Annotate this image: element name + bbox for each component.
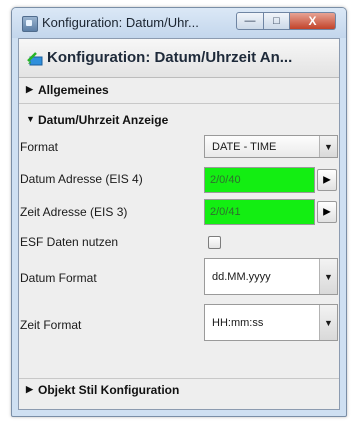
chevron-down-icon[interactable]: ▼ [319,259,337,294]
zeit-adresse-select-button[interactable]: ▶ [317,201,337,223]
zeit-format-select[interactable]: HH:mm:ss ▼ [204,304,338,341]
chevron-down-icon[interactable]: ▼ [319,136,337,157]
edit-config-icon [27,52,43,66]
datum-format-label: Datum Format [20,271,97,285]
chevron-down-icon[interactable]: ▼ [319,305,337,340]
zeit-adresse-value: 2/0/41 [210,206,241,218]
section-objekt-stil-label: Objekt Stil Konfiguration [38,383,180,397]
section-datum-uhrzeit-anzeige[interactable]: ▼ Datum/Uhrzeit Anzeige [19,109,339,133]
configuration-window: Konfiguration: Datum/Uhr... — □ X Konfig… [11,7,347,417]
section-allgemeines[interactable]: ▶ Allgemeines [19,79,339,104]
datum-format-select[interactable]: dd.MM.yyyy ▼ [204,258,338,295]
window-titlebar[interactable]: Konfiguration: Datum/Uhr... — □ X [12,8,346,38]
minimize-button[interactable]: — [236,12,264,30]
section-datum-uhrzeit-anzeige-label: Datum/Uhrzeit Anzeige [38,113,169,127]
datum-format-value: dd.MM.yyyy [212,270,271,283]
panel-title: Konfiguration: Datum/Uhrzeit An... [47,49,293,66]
esf-daten-label: ESF Daten nutzen [20,235,119,249]
configuration-panel: Konfiguration: Datum/Uhrzeit An... ▶ All… [18,38,340,410]
arrow-right-icon: ▶ [323,206,331,218]
expand-arrow-icon: ▶ [26,384,33,394]
section-objekt-stil-konfiguration[interactable]: ▶ Objekt Stil Konfiguration [19,378,339,405]
datum-adresse-select-button[interactable]: ▶ [317,169,337,191]
window-title: Konfiguration: Datum/Uhr... [42,15,199,30]
zeit-adresse-label: Zeit Adresse (EIS 3) [20,205,128,219]
panel-header: Konfiguration: Datum/Uhrzeit An... [19,39,339,78]
zeit-format-value: HH:mm:ss [212,316,264,329]
zeit-format-label: Zeit Format [20,318,82,332]
maximize-button[interactable]: □ [264,12,290,30]
datum-adresse-label: Datum Adresse (EIS 4) [20,172,143,186]
datum-adresse-field[interactable]: 2/0/40 [204,167,315,193]
close-button[interactable]: X [290,12,336,30]
zeit-adresse-field[interactable]: 2/0/41 [204,199,315,225]
esf-daten-checkbox[interactable] [208,236,221,249]
arrow-right-icon: ▶ [323,174,331,186]
collapse-arrow-icon: ▼ [26,114,35,124]
format-label: Format [20,140,59,154]
section-allgemeines-label: Allgemeines [38,83,109,97]
format-select-value: DATE - TIME [212,140,277,153]
expand-arrow-icon: ▶ [26,84,33,94]
format-select[interactable]: DATE - TIME ▼ [204,135,338,158]
app-window-icon [22,16,38,32]
datum-adresse-value: 2/0/40 [210,174,241,186]
